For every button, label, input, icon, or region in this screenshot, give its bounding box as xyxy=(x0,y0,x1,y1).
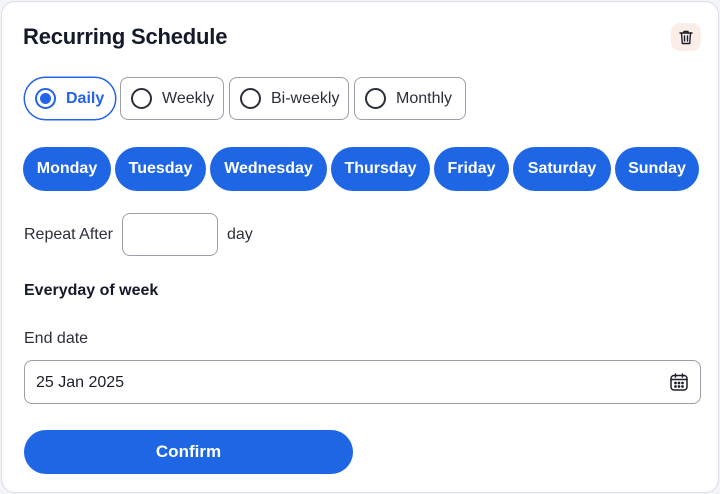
frequency-option-monthly[interactable]: Monthly xyxy=(354,77,466,120)
day-chip-wednesday[interactable]: Wednesday xyxy=(210,147,327,191)
day-chip-saturday[interactable]: Saturday xyxy=(513,147,611,191)
end-date-label: End date xyxy=(24,330,89,347)
radio-icon xyxy=(365,88,386,109)
day-chip-friday[interactable]: Friday xyxy=(434,147,509,191)
calendar-icon[interactable] xyxy=(669,372,689,392)
frequency-label: Monthly xyxy=(396,89,453,107)
frequency-label: Bi-weekly xyxy=(271,89,340,107)
frequency-option-bi-weekly[interactable]: Bi-weekly xyxy=(229,77,349,120)
delete-button[interactable] xyxy=(671,23,701,51)
repeat-after-input[interactable] xyxy=(122,213,218,256)
day-chip-sunday[interactable]: Sunday xyxy=(615,147,699,191)
confirm-button[interactable]: Confirm xyxy=(24,430,353,474)
page-title: Recurring Schedule xyxy=(23,24,228,49)
end-date-value: 25 Jan 2025 xyxy=(36,374,125,391)
day-chip-tuesday[interactable]: Tuesday xyxy=(115,147,206,191)
frequency-label: Weekly xyxy=(162,89,215,107)
trash-icon xyxy=(679,30,693,44)
radio-icon xyxy=(240,88,261,109)
schedule-summary: Everyday of week xyxy=(24,282,159,299)
frequency-option-weekly[interactable]: Weekly xyxy=(120,77,224,120)
day-chip-monday[interactable]: Monday xyxy=(23,147,111,191)
repeat-unit-label: day xyxy=(227,226,253,243)
radio-selected-icon xyxy=(35,88,56,109)
day-chip-thursday[interactable]: Thursday xyxy=(331,147,430,191)
frequency-label: Daily xyxy=(66,89,105,107)
recurring-schedule-card: Recurring Schedule Daily Weekly Bi-weekl… xyxy=(1,1,719,493)
radio-icon xyxy=(131,88,152,109)
frequency-option-daily[interactable]: Daily xyxy=(24,77,116,120)
repeat-after-label: Repeat After xyxy=(24,226,113,243)
end-date-field[interactable]: 25 Jan 2025 xyxy=(24,360,701,404)
